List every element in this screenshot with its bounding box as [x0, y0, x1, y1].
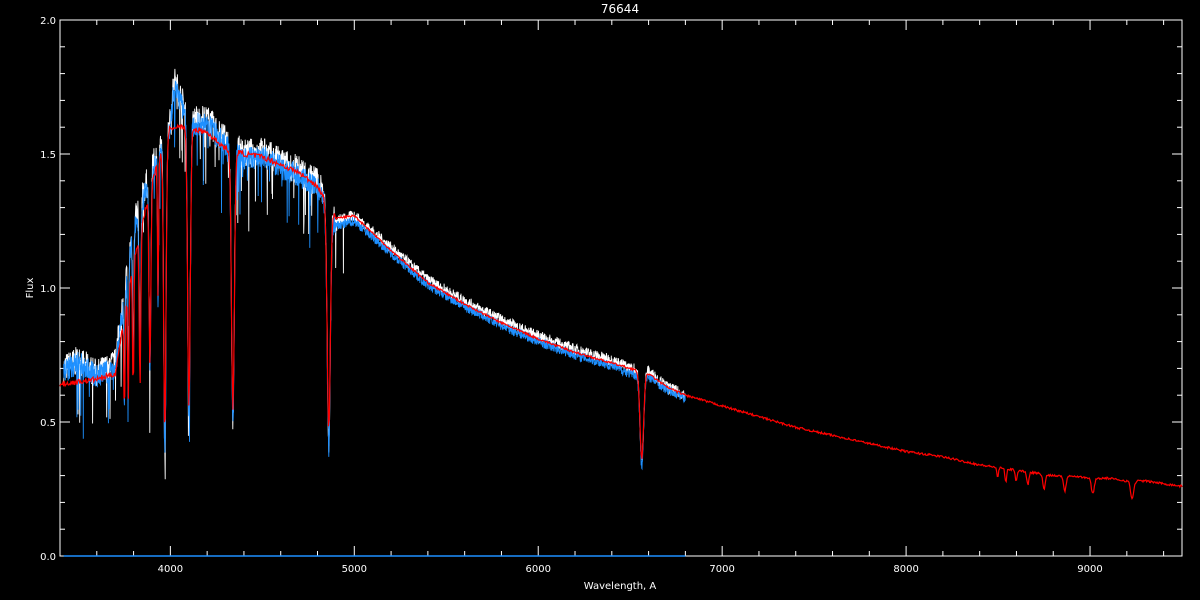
x-tick-label: 8000: [893, 564, 918, 575]
y-tick-label: 2.0: [40, 16, 56, 27]
x-tick-label: 9000: [1077, 564, 1102, 575]
y-tick-label: 0.0: [40, 552, 56, 563]
spectrum-chart: 76644 4000 5000 6000 7000 8000 9000 0.0 0.5 1.0…: [0, 0, 1200, 600]
y-tick-label: 1.5: [40, 150, 56, 161]
y-tick-label: 1.0: [40, 284, 56, 295]
x-tick-label: 5000: [342, 564, 367, 575]
x-tick-label: 7000: [709, 564, 734, 575]
y-tick-label: 0.5: [40, 418, 56, 429]
chart-title: 76644: [601, 2, 639, 16]
x-tick-label: 4000: [158, 564, 183, 575]
x-tick-label: 6000: [526, 564, 551, 575]
y-axis-label: Flux: [25, 278, 36, 299]
x-axis-label: Wavelength, A: [584, 581, 657, 592]
